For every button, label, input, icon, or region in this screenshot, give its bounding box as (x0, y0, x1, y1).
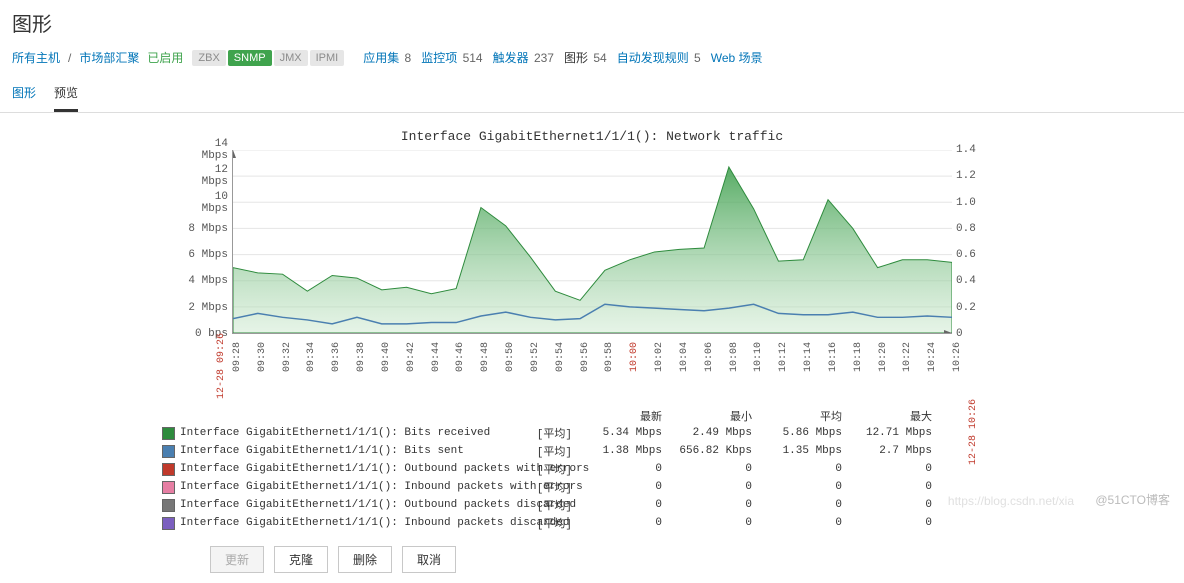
legend-row: Interface GigabitEthernet1/1/1(): Inboun… (162, 478, 1022, 496)
hostgroup-link[interactable]: 市场部汇聚 (79, 49, 139, 66)
legend-row: Interface GigabitEthernet1/1/1(): Bits s… (162, 442, 1022, 460)
clone-button[interactable]: 克隆 (274, 546, 328, 573)
chart-svg (233, 150, 952, 333)
chart-area: 0 bps2 Mbps4 Mbps6 Mbps8 Mbps10 Mbps12 M… (62, 150, 1122, 350)
navitem-应用集[interactable]: 应用集 8 (363, 51, 411, 65)
navitem-图形[interactable]: 图形 54 (564, 51, 607, 65)
pill-jmx: JMX (274, 50, 308, 66)
pill-zbx: ZBX (192, 50, 225, 66)
xaxis-start: 12-28 09:26 (216, 333, 227, 399)
yaxis-right: 00.20.40.60.81.01.21.4 (956, 150, 1002, 334)
host-nav: 所有主机 / 市场部汇聚 已启用 ZBXSNMPJMXIPMI 应用集 8 监控项… (0, 45, 1184, 76)
xaxis-end: 12-28 10:26 (968, 399, 979, 465)
pill-ipmi: IPMI (310, 50, 345, 66)
pill-snmp: SNMP (228, 50, 272, 66)
legend-row: Interface GigabitEthernet1/1/1(): Inboun… (162, 514, 1022, 532)
page-title: 图形 (0, 0, 1184, 45)
chart-title: Interface GigabitEthernet1/1/1(): Networ… (0, 129, 1184, 144)
button-row: 更新 克隆 删除 取消 (210, 546, 1184, 573)
update-button[interactable]: 更新 (210, 546, 264, 573)
watermark: @51CTO博客 (1095, 491, 1170, 508)
navitem-触发器[interactable]: 触发器 237 (493, 51, 554, 65)
watermark-faint: https://blog.csdn.net/xia (948, 494, 1074, 508)
delete-button[interactable]: 删除 (338, 546, 392, 573)
legend-row: Interface GigabitEthernet1/1/1(): Outbou… (162, 460, 1022, 478)
tab-graph[interactable]: 图形 (12, 76, 36, 112)
navitem-自动发现规则[interactable]: 自动发现规则 5 (617, 51, 701, 65)
yaxis-left: 0 bps2 Mbps4 Mbps6 Mbps8 Mbps10 Mbps12 M… (182, 150, 228, 334)
tab-preview[interactable]: 预览 (54, 76, 78, 112)
tabs: 图形 预览 (0, 76, 1184, 113)
legend-table: 最新最小平均最大 Interface GigabitEthernet1/1/1(… (162, 408, 1022, 532)
chart-plot (232, 150, 952, 334)
navitem-监控项[interactable]: 监控项 514 (421, 51, 482, 65)
all-hosts-link[interactable]: 所有主机 (12, 49, 60, 66)
breadcrumb-sep: / (68, 51, 71, 65)
legend-row: Interface GigabitEthernet1/1/1(): Bits r… (162, 424, 1022, 442)
status-enabled: 已启用 (147, 49, 183, 66)
legend-row: Interface GigabitEthernet1/1/1(): Outbou… (162, 496, 1022, 514)
xaxis-ticks: 09:2809:3009:3209:3409:3609:3809:4009:42… (232, 336, 952, 394)
proto-pills: ZBXSNMPJMXIPMI (191, 50, 345, 66)
navitem-Web 场景[interactable]: Web 场景 (711, 51, 763, 65)
cancel-button[interactable]: 取消 (402, 546, 456, 573)
